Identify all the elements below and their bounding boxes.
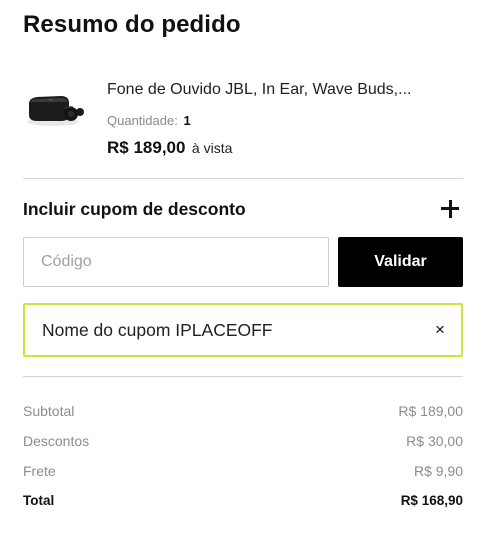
earbuds-product-image	[27, 96, 84, 126]
page-title: Resumo do pedido	[23, 11, 241, 38]
total-value: R$ 168,90	[400, 493, 463, 508]
price-note: à vista	[191, 140, 233, 156]
divider	[23, 178, 463, 179]
product-name: Fone de Ouvido JBL, In Ear, Wave Buds,..…	[107, 81, 412, 98]
validate-button[interactable]: Validar	[338, 237, 463, 287]
plus-icon[interactable]	[439, 198, 461, 220]
coupon-heading: Incluir cupom de desconto	[23, 199, 246, 219]
close-icon[interactable]: ×	[430, 320, 450, 340]
summary-label: Frete	[23, 463, 56, 479]
applied-coupon: Nome do cupom IPLACEOFF ×	[23, 303, 463, 357]
divider	[23, 376, 463, 377]
applied-coupon-name: Nome do cupom IPLACEOFF	[42, 320, 273, 340]
summary-value: R$ 30,00	[406, 433, 463, 449]
coupon-code-input[interactable]	[23, 237, 329, 287]
summary-value: R$ 9,90	[413, 463, 463, 479]
quantity-value: 1	[183, 113, 191, 128]
order-item: Fone de Ouvido JBL, In Ear, Wave Buds,..…	[23, 78, 468, 160]
summary-label: Descontos	[23, 433, 90, 449]
price-value: R$ 189,00	[107, 138, 186, 157]
summary-value: R$ 189,00	[398, 403, 463, 419]
total-label: Total	[23, 493, 55, 508]
product-quantity: Quantidade: 1	[107, 113, 191, 128]
product-price: R$ 189,00 à vista	[107, 138, 232, 158]
quantity-label: Quantidade:	[107, 113, 178, 128]
summary-label: Subtotal	[23, 403, 75, 419]
